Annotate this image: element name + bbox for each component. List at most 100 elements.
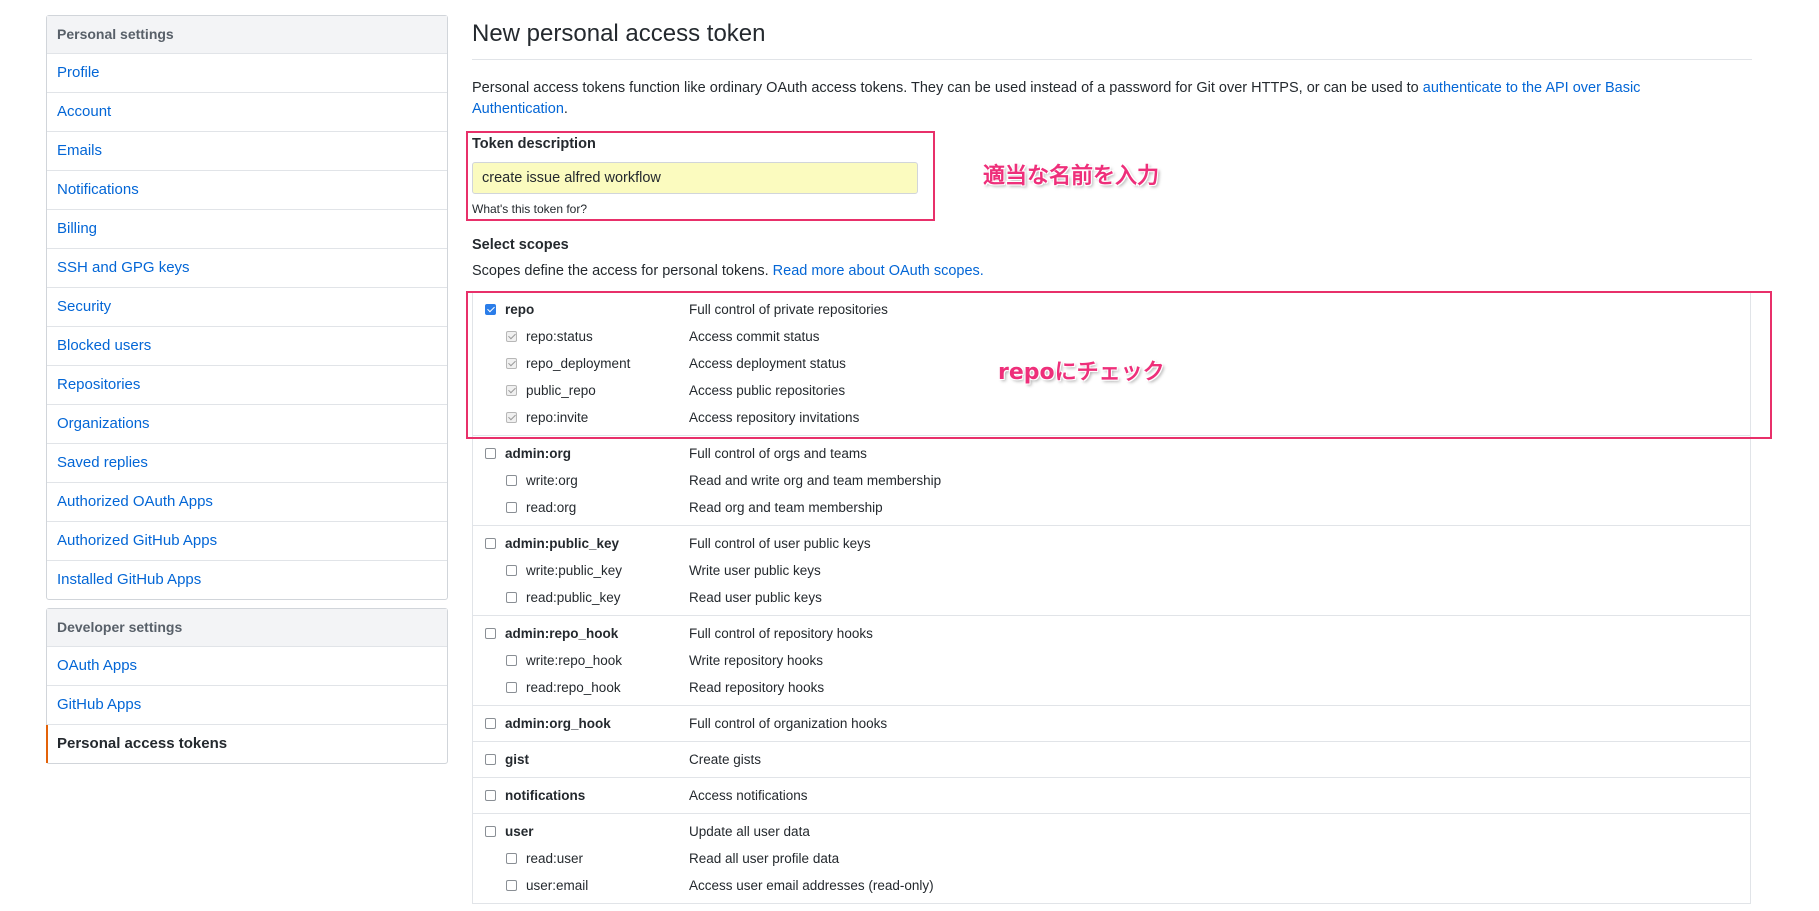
scope-description: Read repository hooks [689,680,825,695]
scope-name: user [505,824,534,839]
scope-name: admin:org_hook [505,716,611,731]
scope-checkbox-read-org[interactable] [506,502,517,513]
sidebar-item-notifications[interactable]: Notifications [47,171,447,210]
scope-checkbox-gist[interactable] [485,754,496,765]
sidebar-item-blocked-users[interactable]: Blocked users [47,327,447,366]
scope-group-user: user Update all user data read:user Read al… [473,814,1750,904]
scope-checkbox-read-user[interactable] [506,853,517,864]
sidebar-item-authorized-oauth-apps[interactable]: Authorized OAuth Apps [47,483,447,522]
sidebar-item-billing[interactable]: Billing [47,210,447,249]
scope-row-admin-public-key: admin:public_key Full control of user pub… [473,530,1750,557]
scope-row-read-org: read:org Read org and team membership [473,494,1750,521]
scope-name: read:org [526,500,577,515]
token-description-highlight [466,131,935,221]
name-hint-annotation: 適当な名前を入力 [983,164,1160,189]
scope-description: Write user public keys [689,563,821,578]
scope-checkbox-write-org[interactable] [506,475,517,486]
scope-name: read:repo_hook [526,680,621,695]
scope-row-admin-org: admin:org Full control of orgs and teams [473,440,1750,467]
scope-group-gist: gist Create gists [473,742,1750,778]
scope-description: Write repository hooks [689,653,824,668]
sidebar-item-github-apps[interactable]: GitHub Apps [47,686,447,725]
scope-name: write:repo_hook [526,653,623,668]
scope-checkbox-read-repo-hook[interactable] [506,682,517,693]
sidebar-item-oauth-apps[interactable]: OAuth Apps [47,647,447,686]
scope-description: Create gists [689,752,762,767]
scope-description: Update all user data [689,824,810,839]
sidebar-item-emails[interactable]: Emails [47,132,447,171]
scope-name: read:user [526,851,584,866]
page-title: New personal access token [472,20,766,47]
personal-settings-menu: Personal settings Profile Account Emails No… [46,15,448,600]
personal-settings-heading: Personal settings [47,16,447,54]
sidebar-item-organizations[interactable]: Organizations [47,405,447,444]
scope-checkbox-user-email[interactable] [506,880,517,891]
scope-name: gist [505,752,530,767]
scope-description: Full control of repository hooks [689,626,873,641]
scope-row-gist: gist Create gists [473,746,1750,773]
scope-name: read:public_key [526,590,621,605]
scope-name: admin:repo_hook [505,626,619,641]
intro-body: Personal access tokens function like ord… [472,80,1423,96]
scopes-description: Scopes define the access for personal to… [472,263,984,279]
developer-settings-menu: Developer settings OAuth Apps GitHub Apps… [46,608,448,764]
scope-description: Access user email addresses (read-only) [689,878,934,893]
scope-checkbox-user[interactable] [485,826,496,837]
sidebar-item-installed-github-apps[interactable]: Installed GitHub Apps [47,561,447,599]
scope-description: Read all user profile data [689,851,840,866]
scope-description: Full control of organization hooks [689,716,888,731]
sidebar-item-profile[interactable]: Profile [47,54,447,93]
scope-group-notifications: notifications Access notifications [473,778,1750,814]
scope-row-admin-repo-hook: admin:repo_hook Full control of repositor… [473,620,1750,647]
scope-group-admin-public-key: admin:public_key Full control of user pub… [473,526,1750,616]
scope-checkbox-admin-org[interactable] [485,448,496,459]
scope-row-read-repo-hook: read:repo_hook Read repository hooks [473,674,1750,701]
sidebar-item-ssh-and-gpg-keys[interactable]: SSH and GPG keys [47,249,447,288]
scope-description: Read and write org and team membership [689,473,942,488]
sidebar-item-repositories[interactable]: Repositories [47,366,447,405]
scope-name: notifications [505,788,586,803]
scopes-desc-text: Scopes define the access for personal to… [472,263,773,279]
scope-checkbox-write-repo-hook[interactable] [506,655,517,666]
scope-description: Read user public keys [689,590,822,605]
scope-row-user: user Update all user data [473,818,1750,845]
scope-description: Read org and team membership [689,500,883,515]
scope-description: Full control of orgs and teams [689,446,867,461]
select-scopes-label: Select scopes [472,237,569,253]
scope-group-admin-org: admin:org Full control of orgs and teams w… [473,436,1750,526]
scope-name: admin:org [505,446,571,461]
scope-checkbox-admin-org-hook[interactable] [485,718,496,729]
repo-hint-annotation: repoにチェック [998,360,1165,385]
title-divider [472,59,1752,60]
scope-row-notifications: notifications Access notifications [473,782,1750,809]
scope-row-user-email: user:email Access user email addresses (r… [473,872,1750,899]
scope-name: write:org [526,473,578,488]
scope-checkbox-admin-repo-hook[interactable] [485,628,496,639]
scope-name: admin:public_key [505,536,620,551]
scope-group-admin-repo-hook: admin:repo_hook Full control of repositor… [473,616,1750,706]
scope-row-admin-org-hook: admin:org_hook Full control of organizati… [473,710,1750,737]
scope-row-write-repo-hook: write:repo_hook Write repository hooks [473,647,1750,674]
scope-checkbox-read-public-key[interactable] [506,592,517,603]
scope-checkbox-write-public-key[interactable] [506,565,517,576]
scope-description: Access notifications [689,788,808,803]
sidebar-item-account[interactable]: Account [47,93,447,132]
developer-settings-heading: Developer settings [47,609,447,647]
scope-row-write-org: write:org Read and write org and team mem… [473,467,1750,494]
scope-row-read-user: read:user Read all user profile data [473,845,1750,872]
scope-group-admin-org-hook: admin:org_hook Full control of organizati… [473,706,1750,742]
scope-row-write-public-key: write:public_key Write user public keys [473,557,1750,584]
scope-checkbox-notifications[interactable] [485,790,496,801]
scope-name: write:public_key [526,563,623,578]
scope-checkbox-admin-public-key[interactable] [485,538,496,549]
sidebar-item-security[interactable]: Security [47,288,447,327]
intro-end: . [563,101,568,117]
scope-name: user:email [526,878,589,893]
oauth-scopes-link[interactable]: Read more about OAuth scopes. [773,263,984,279]
sidebar-item-authorized-github-apps[interactable]: Authorized GitHub Apps [47,522,447,561]
scope-description: Full control of user public keys [689,536,871,551]
scope-row-read-public-key: read:public_key Read user public keys [473,584,1750,611]
sidebar-item-personal-access-tokens[interactable]: Personal access tokens [46,725,447,763]
sidebar-item-saved-replies[interactable]: Saved replies [47,444,447,483]
intro-text: Personal access tokens function like ord… [472,78,1722,120]
